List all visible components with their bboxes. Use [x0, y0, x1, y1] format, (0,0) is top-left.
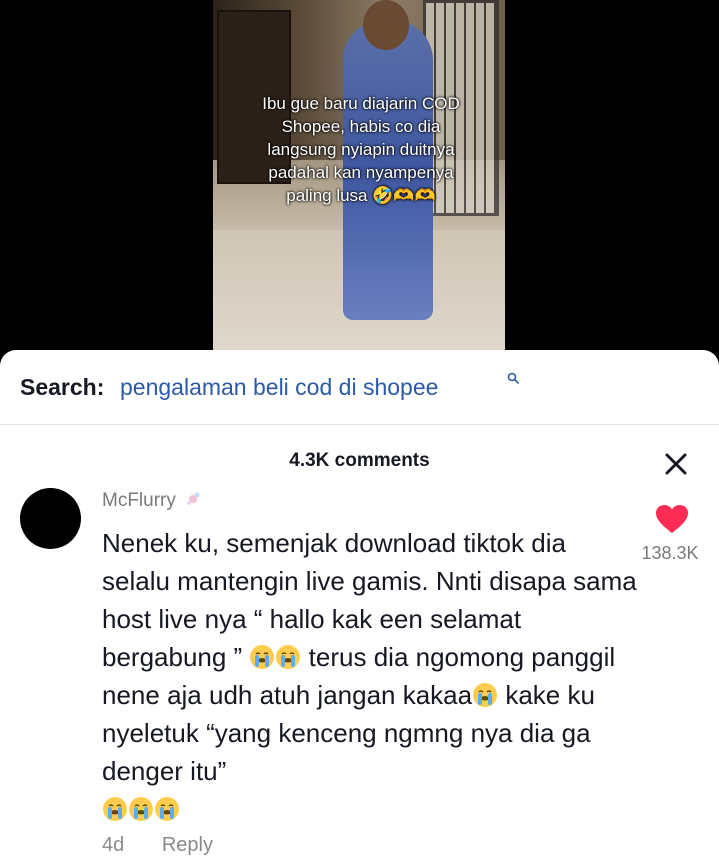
search-bar[interactable]: Search: pengalaman beli cod di shopee: [0, 350, 719, 424]
search-icon[interactable]: [507, 372, 519, 384]
username-text[interactable]: McFlurry: [102, 490, 176, 511]
like-count: 138.3K: [641, 543, 699, 563]
crying-face-icon: [129, 797, 153, 821]
crying-face-icon: [473, 683, 498, 707]
crying-face-icon: [250, 645, 275, 669]
crying-face-icon: [103, 797, 127, 821]
heart-icon[interactable]: [655, 504, 689, 534]
video-person-head: [363, 0, 409, 50]
reply-button[interactable]: Reply: [162, 834, 213, 856]
video-player[interactable]: Ibu gue baru diajarin COD Shopee, habis …: [0, 0, 719, 370]
comments-sheet: Search: pengalaman beli cod di shopee 4.…: [0, 350, 719, 860]
divider: [0, 424, 719, 425]
search-term-link[interactable]: pengalaman beli cod di shopee: [120, 374, 438, 401]
comment-meta: 4d Reply: [102, 834, 213, 857]
comment-age: 4d: [102, 834, 125, 856]
close-icon[interactable]: [662, 450, 690, 478]
sparkle-icon: [187, 492, 200, 505]
comment-username[interactable]: McFlurry: [102, 490, 202, 512]
comment-text: Nenek ku, semenjak download tiktok dia s…: [102, 524, 638, 828]
comments-count: 4.3K comments: [289, 450, 430, 471]
crying-face-icon: [276, 645, 301, 669]
crying-face-icon: [155, 797, 179, 821]
avatar[interactable]: [20, 488, 81, 549]
video-caption: Ibu gue baru diajarin COD Shopee, habis …: [262, 94, 460, 205]
search-label: Search:: [20, 374, 105, 400]
